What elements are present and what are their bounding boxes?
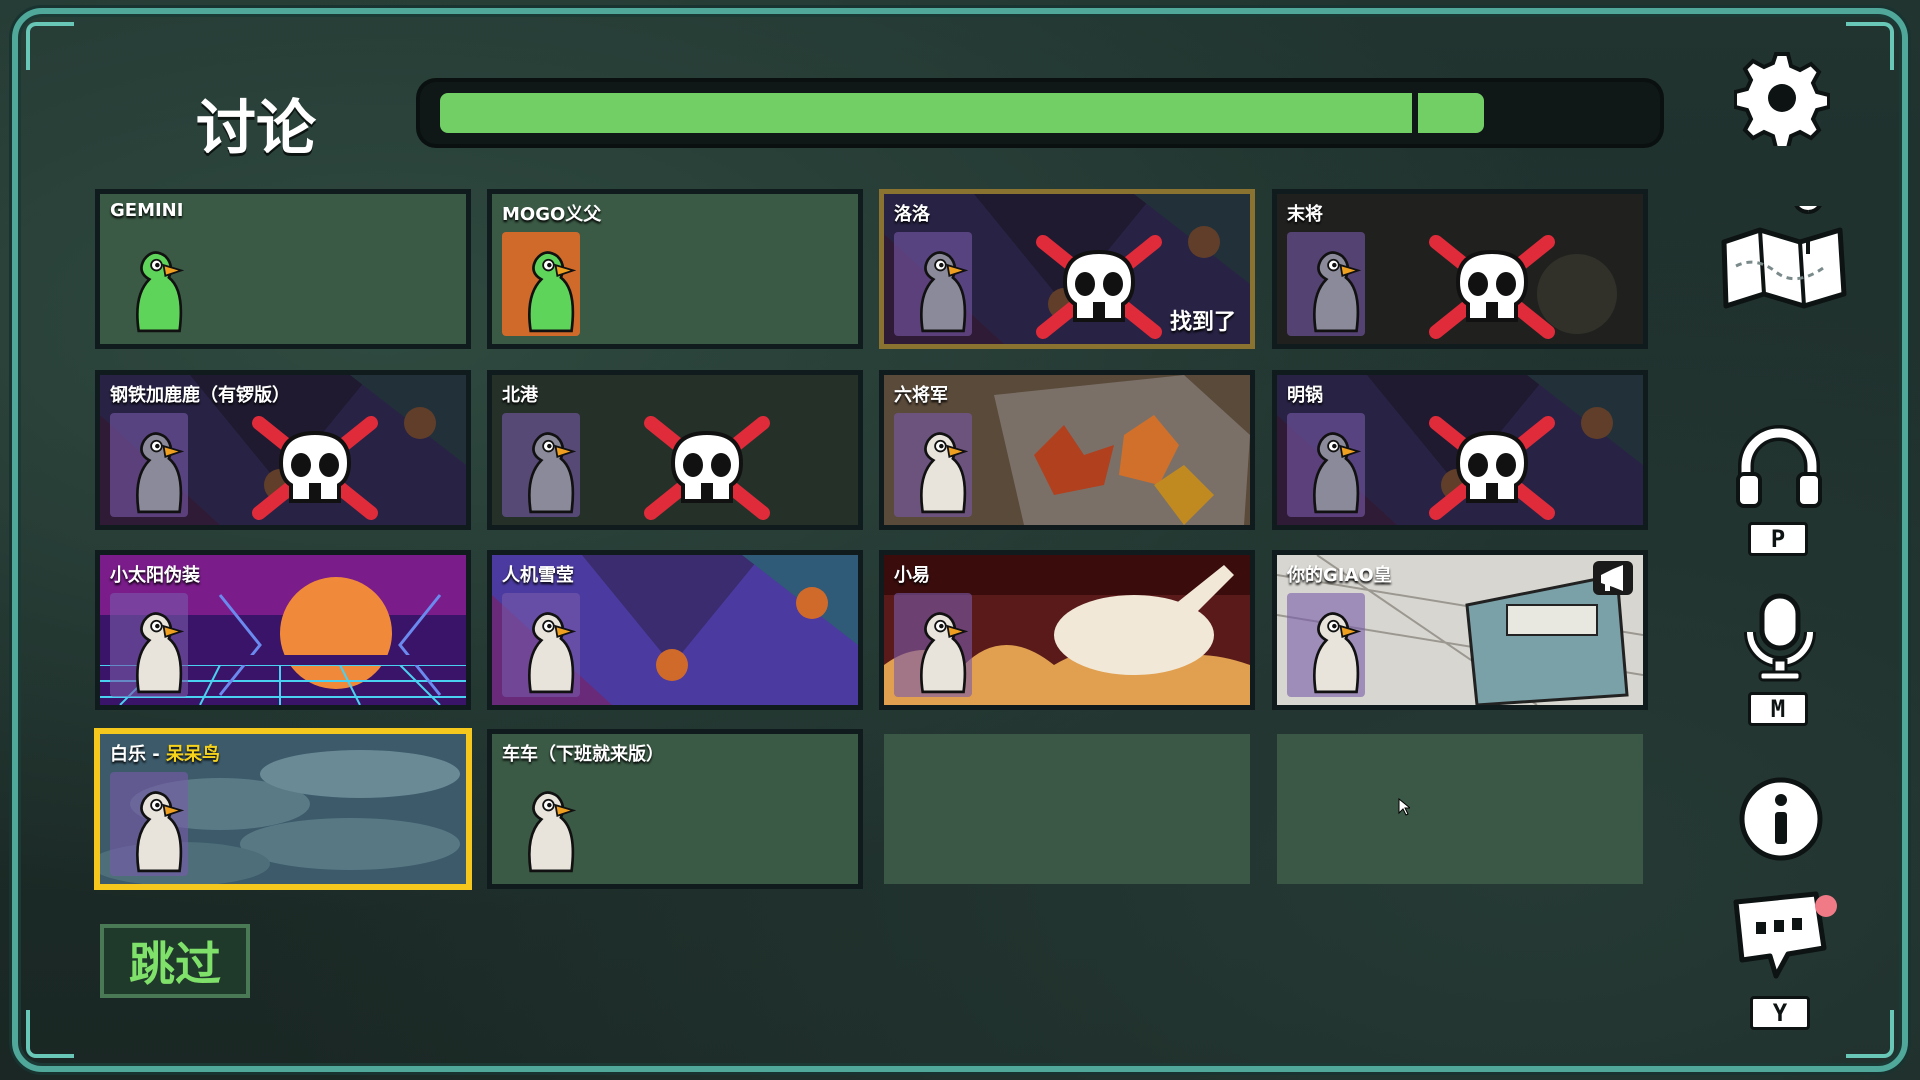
timer-fill bbox=[440, 93, 1484, 133]
map-icon[interactable] bbox=[1716, 206, 1852, 318]
phase-title: 讨论 bbox=[196, 94, 316, 164]
goose-avatar bbox=[1313, 432, 1362, 514]
player-card[interactable]: 末将 bbox=[1277, 194, 1643, 344]
eliminated-skull-icon bbox=[1429, 235, 1555, 339]
player-name: 小易 bbox=[894, 565, 930, 586]
player-name: 末将 bbox=[1287, 204, 1323, 225]
player-name: 车车（下班就来版） bbox=[502, 744, 664, 765]
body-found-label: 找到了 bbox=[1169, 310, 1236, 335]
skip-vote-button[interactable]: 跳过 bbox=[100, 924, 250, 998]
player-card[interactable]: 小太阳伪装 bbox=[100, 555, 466, 705]
frame-corner bbox=[26, 1010, 74, 1058]
player-name: 人机雪莹 bbox=[502, 565, 574, 586]
eliminated-skull-icon bbox=[1429, 416, 1555, 520]
player-card[interactable]: GEMINI bbox=[100, 194, 466, 344]
player-name: MOGO义父 bbox=[502, 204, 602, 225]
goose-avatar bbox=[528, 791, 577, 873]
eliminated-skull-icon bbox=[252, 416, 378, 520]
goose-avatar bbox=[920, 612, 969, 694]
player-card[interactable]: 白乐 - 呆呆鸟 bbox=[100, 734, 466, 884]
chat-icon[interactable] bbox=[1728, 890, 1838, 982]
goose-avatar bbox=[136, 432, 185, 514]
headphones-icon[interactable] bbox=[1736, 424, 1822, 508]
player-card[interactable]: MOGO义父 bbox=[492, 194, 858, 344]
goose-avatar bbox=[1313, 612, 1362, 694]
player-card[interactable]: 北港 bbox=[492, 375, 858, 525]
goose-avatar bbox=[528, 251, 577, 333]
frame-corner bbox=[26, 22, 74, 70]
player-name: 北港 bbox=[502, 385, 538, 406]
player-card[interactable]: 小易 bbox=[884, 555, 1250, 705]
discussion-timer bbox=[420, 82, 1660, 144]
empty-player-slot bbox=[884, 734, 1250, 884]
game-screen: 讨论 GEMINI MOGO义父 洛洛找到了 末将钢铁加鹿鹿（有锣版） 北港 六将军 明锅小… bbox=[0, 0, 1920, 1080]
mic-key-hint: M bbox=[1748, 692, 1808, 726]
goose-avatar bbox=[1313, 251, 1362, 333]
eliminated-skull-icon bbox=[644, 416, 770, 520]
voice-key-hint: P bbox=[1748, 522, 1808, 556]
player-name: 洛洛 bbox=[894, 204, 930, 225]
player-name: 白乐 - 呆呆鸟 bbox=[110, 744, 221, 765]
player-name: 六将军 bbox=[894, 385, 948, 406]
player-name: 明锅 bbox=[1287, 385, 1323, 406]
goose-avatar bbox=[136, 612, 185, 694]
player-name: 钢铁加鹿鹿（有锣版） bbox=[110, 385, 290, 406]
gear-icon[interactable] bbox=[1734, 50, 1830, 146]
microphone-icon[interactable] bbox=[1742, 592, 1818, 682]
player-alias: 呆呆鸟 bbox=[166, 744, 221, 765]
player-card[interactable]: 钢铁加鹿鹿（有锣版） bbox=[100, 375, 466, 525]
player-card[interactable]: 人机雪莹 bbox=[492, 555, 858, 705]
player-card[interactable]: 六将军 bbox=[884, 375, 1250, 525]
megaphone-icon bbox=[1593, 561, 1633, 595]
frame-corner bbox=[1846, 22, 1894, 70]
goose-avatar bbox=[136, 791, 185, 873]
mouse-cursor bbox=[1398, 798, 1410, 816]
goose-avatar bbox=[528, 612, 577, 694]
timer-marker bbox=[1412, 88, 1418, 138]
player-card[interactable]: 你的GIAO皇 bbox=[1277, 555, 1643, 705]
chat-notification-dot bbox=[1815, 895, 1837, 917]
player-name: 你的GIAO皇 bbox=[1287, 565, 1392, 586]
eliminated-skull-icon bbox=[1036, 235, 1162, 339]
chat-key-hint: Y bbox=[1750, 996, 1810, 1030]
goose-avatar bbox=[920, 432, 969, 514]
goose-avatar bbox=[136, 251, 185, 333]
player-card[interactable]: 车车（下班就来版） bbox=[492, 734, 858, 884]
info-icon[interactable] bbox=[1738, 776, 1824, 862]
player-name: 小太阳伪装 bbox=[110, 565, 200, 586]
player-card[interactable]: 洛洛找到了 bbox=[884, 194, 1250, 344]
goose-avatar bbox=[528, 432, 577, 514]
player-card[interactable]: 明锅 bbox=[1277, 375, 1643, 525]
goose-avatar bbox=[920, 251, 969, 333]
empty-player-slot bbox=[1277, 734, 1643, 884]
player-name: GEMINI bbox=[110, 200, 184, 221]
screen-frame bbox=[12, 8, 1908, 1072]
frame-corner bbox=[1846, 1010, 1894, 1058]
